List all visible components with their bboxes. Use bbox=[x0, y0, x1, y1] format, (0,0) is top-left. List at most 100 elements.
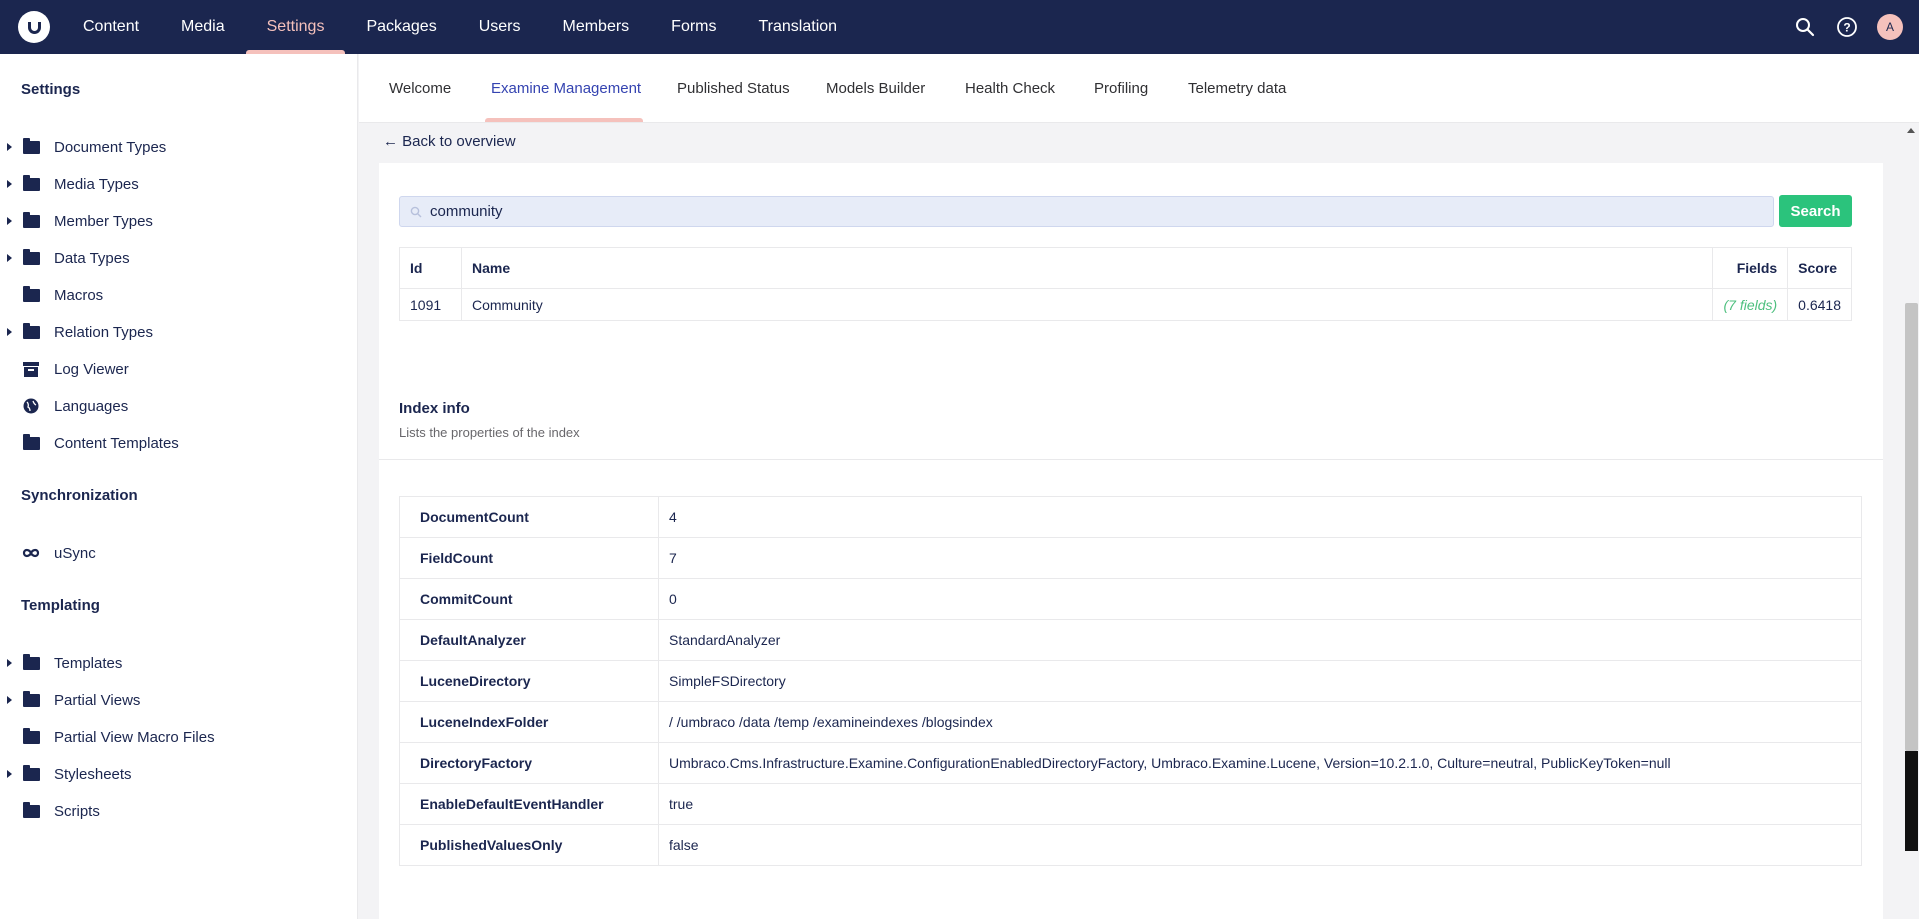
main-nav: Content Media Settings Packages Users Me… bbox=[62, 0, 858, 54]
sidebar-item-label: Relation Types bbox=[54, 323, 153, 341]
search-icon[interactable] bbox=[1793, 15, 1817, 39]
sidebar-item-scripts[interactable]: Scripts bbox=[0, 796, 357, 826]
tab-profiling[interactable]: Profiling bbox=[1094, 54, 1148, 123]
sidebar-item-document-types[interactable]: Document Types bbox=[0, 132, 357, 162]
sidebar-item-member-types[interactable]: Member Types bbox=[0, 206, 357, 236]
sidebar-item-label: Scripts bbox=[54, 802, 100, 820]
dashboard-tabs: Welcome Examine Management Published Sta… bbox=[359, 54, 1919, 123]
index-info-title: Index info bbox=[399, 400, 470, 417]
table-row: FieldCount 7 bbox=[399, 537, 1862, 579]
search-field[interactable] bbox=[399, 196, 1774, 227]
tab-models-builder[interactable]: Models Builder bbox=[826, 54, 925, 123]
property-value: 4 bbox=[658, 496, 1862, 538]
sidebar-heading-templating: Templating bbox=[21, 597, 100, 614]
folder-icon bbox=[22, 690, 40, 708]
folder-icon bbox=[22, 285, 40, 303]
tab-health-check[interactable]: Health Check bbox=[965, 54, 1055, 123]
property-value: Umbraco.Cms.Infrastructure.Examine.Confi… bbox=[658, 742, 1862, 784]
expand-caret-icon[interactable] bbox=[7, 659, 12, 667]
scroll-up-arrow-icon[interactable] bbox=[1907, 128, 1915, 133]
expand-caret-icon[interactable] bbox=[7, 696, 12, 704]
sidebar-item-data-types[interactable]: Data Types bbox=[0, 243, 357, 273]
table-row: LuceneDirectory SimpleFSDirectory bbox=[399, 660, 1862, 702]
expand-caret-icon[interactable] bbox=[7, 254, 12, 262]
help-icon[interactable]: ? bbox=[1835, 15, 1859, 39]
tab-telemetry-data[interactable]: Telemetry data bbox=[1188, 54, 1286, 123]
table-row: LuceneIndexFolder / /umbraco /data /temp … bbox=[399, 701, 1862, 743]
sidebar-heading-settings: Settings bbox=[21, 81, 81, 98]
avatar[interactable]: A bbox=[1877, 14, 1903, 40]
folder-icon bbox=[22, 764, 40, 782]
sidebar-item-label: Languages bbox=[54, 397, 129, 415]
column-header-fields: Fields bbox=[1712, 247, 1789, 289]
globe-icon bbox=[22, 398, 40, 414]
sidebar-item-stylesheets[interactable]: Stylesheets bbox=[0, 759, 357, 789]
search-button[interactable]: Search bbox=[1779, 195, 1852, 227]
tab-welcome[interactable]: Welcome bbox=[389, 54, 451, 123]
tab-examine-management[interactable]: Examine Management bbox=[491, 54, 641, 123]
umbraco-logo-icon[interactable] bbox=[18, 11, 50, 43]
folder-icon bbox=[22, 801, 40, 819]
table-row: EnableDefaultEventHandler true bbox=[399, 783, 1862, 825]
result-score: 0.6418 bbox=[1787, 288, 1852, 321]
sidebar-item-languages[interactable]: Languages bbox=[0, 391, 357, 421]
nav-forms[interactable]: Forms bbox=[650, 0, 737, 54]
property-key: EnableDefaultEventHandler bbox=[399, 783, 659, 825]
nav-media[interactable]: Media bbox=[160, 0, 246, 54]
sidebar-item-partial-views[interactable]: Partial Views bbox=[0, 685, 357, 715]
folder-icon bbox=[22, 137, 40, 155]
back-to-overview-link[interactable]: ← Back to overview bbox=[383, 133, 516, 150]
tab-published-status[interactable]: Published Status bbox=[677, 54, 790, 123]
scrollbar-thumb[interactable] bbox=[1905, 303, 1918, 751]
sidebar-item-media-types[interactable]: Media Types bbox=[0, 169, 357, 199]
expand-caret-icon[interactable] bbox=[7, 328, 12, 336]
folder-icon bbox=[22, 433, 40, 451]
folder-icon bbox=[22, 727, 40, 745]
property-value: false bbox=[658, 824, 1862, 866]
sidebar-item-macros[interactable]: Macros bbox=[0, 280, 357, 310]
column-header-score: Score bbox=[1787, 247, 1852, 289]
nav-packages[interactable]: Packages bbox=[345, 0, 457, 54]
table-row: PublishedValuesOnly false bbox=[399, 824, 1862, 866]
table-row: DefaultAnalyzer StandardAnalyzer bbox=[399, 619, 1862, 661]
sidebar-item-content-templates[interactable]: Content Templates bbox=[0, 428, 357, 458]
expand-caret-icon[interactable] bbox=[7, 217, 12, 225]
sidebar-item-partial-view-macro-files[interactable]: Partial View Macro Files bbox=[0, 722, 357, 752]
box-icon bbox=[22, 361, 40, 377]
property-value: true bbox=[658, 783, 1862, 825]
sidebar-item-label: Macros bbox=[54, 286, 104, 304]
top-navigation-bar: Content Media Settings Packages Users Me… bbox=[0, 0, 1919, 54]
top-icons: ? A bbox=[1793, 0, 1903, 54]
folder-icon bbox=[22, 174, 40, 192]
show-fields-link[interactable]: (7 fields) bbox=[1723, 297, 1777, 313]
nav-content[interactable]: Content bbox=[62, 0, 160, 54]
scrollbar-track-dark bbox=[1905, 751, 1918, 851]
search-results-table: Id Name Fields Score 1091 Community (7 f… bbox=[399, 247, 1852, 321]
index-info-subtitle: Lists the properties of the index bbox=[399, 425, 580, 440]
sidebar-item-log-viewer[interactable]: Log Viewer bbox=[0, 354, 357, 384]
property-key: LuceneIndexFolder bbox=[399, 701, 659, 743]
search-input[interactable] bbox=[430, 203, 1730, 220]
nav-users[interactable]: Users bbox=[458, 0, 542, 54]
column-header-name: Name bbox=[460, 247, 1714, 289]
property-value: 0 bbox=[658, 578, 1862, 620]
nav-settings[interactable]: Settings bbox=[245, 0, 346, 54]
expand-caret-icon[interactable] bbox=[7, 770, 12, 778]
folder-icon bbox=[22, 248, 40, 266]
table-row: DirectoryFactory Umbraco.Cms.Infrastructu… bbox=[399, 742, 1862, 784]
sidebar-item-label: uSync bbox=[54, 544, 96, 562]
folder-icon bbox=[22, 653, 40, 671]
nav-members[interactable]: Members bbox=[541, 0, 650, 54]
sidebar-item-templates[interactable]: Templates bbox=[0, 648, 357, 678]
sidebar-item-usync[interactable]: uSync bbox=[0, 538, 357, 568]
property-key: DocumentCount bbox=[399, 496, 659, 538]
nav-translation[interactable]: Translation bbox=[738, 0, 859, 54]
property-value: SimpleFSDirectory bbox=[658, 660, 1862, 702]
sidebar-item-label: Templates bbox=[54, 654, 123, 672]
expand-caret-icon[interactable] bbox=[7, 143, 12, 151]
divider bbox=[379, 459, 1883, 460]
svg-text:?: ? bbox=[1843, 21, 1850, 35]
sidebar-item-relation-types[interactable]: Relation Types bbox=[0, 317, 357, 347]
sidebar-item-label: Data Types bbox=[54, 249, 130, 267]
expand-caret-icon[interactable] bbox=[7, 180, 12, 188]
